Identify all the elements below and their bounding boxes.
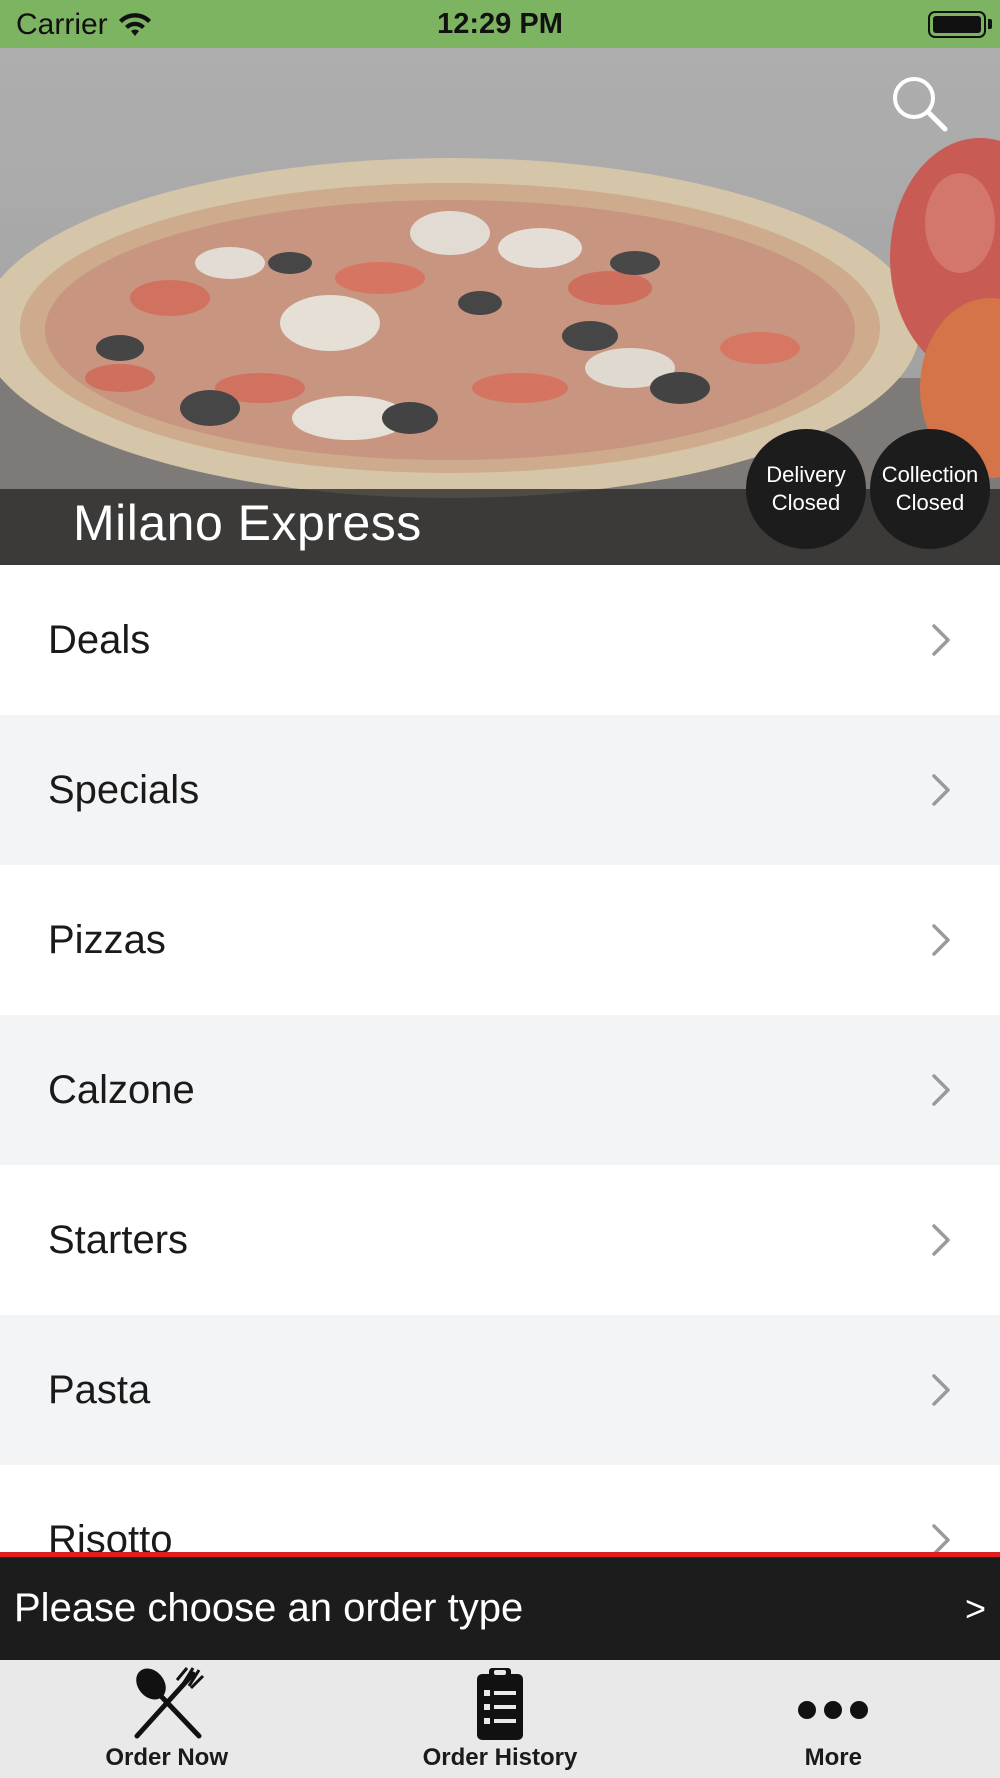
menu-item-calzone[interactable]: Calzone xyxy=(0,1015,1000,1165)
clipboard-list-icon xyxy=(460,1664,540,1742)
collection-label: Collection xyxy=(881,462,979,487)
menu-item-risotto[interactable]: Risotto xyxy=(0,1465,1000,1555)
battery-icon xyxy=(928,11,986,38)
menu-item-specials[interactable]: Specials xyxy=(0,715,1000,865)
menu-item-label: Risotto xyxy=(48,1517,173,1556)
menu-item-label: Pasta xyxy=(48,1367,151,1412)
chevron-right-icon xyxy=(932,774,950,806)
tab-label: Order Now xyxy=(105,1744,228,1771)
menu-item-label: Specials xyxy=(48,767,200,812)
chevron-right-icon xyxy=(932,624,950,656)
delivery-status-badge: Delivery Closed xyxy=(746,429,866,549)
search-button[interactable] xyxy=(888,72,952,136)
menu-item-label: Calzone xyxy=(48,1067,195,1112)
clock: 12:29 PM xyxy=(437,8,563,40)
tab-label: Order History xyxy=(422,1744,578,1771)
menu-category-list: Deals Specials Pizzas Calzone Starters P… xyxy=(0,565,1000,1555)
ellipsis-icon xyxy=(793,1664,873,1742)
chevron-right-icon xyxy=(932,1074,950,1106)
menu-item-label: Pizzas xyxy=(48,917,166,962)
choose-order-type-button[interactable]: Please choose an order type > xyxy=(0,1552,1000,1660)
bottom-tab-bar: Order Now Order History More xyxy=(0,1660,1000,1778)
menu-item-pizzas[interactable]: Pizzas xyxy=(0,865,1000,1015)
tab-more[interactable]: More xyxy=(667,1660,1000,1778)
tab-order-now[interactable]: Order Now xyxy=(0,1660,333,1778)
delivery-label: Delivery xyxy=(766,462,846,487)
search-icon xyxy=(893,77,948,132)
battery-tip xyxy=(988,19,992,29)
hero-banner: Milano Express Delivery Closed Collectio… xyxy=(0,48,1000,565)
restaurant-name: Milano Express xyxy=(73,495,422,551)
chevron-right-icon xyxy=(932,1224,950,1256)
tab-order-history[interactable]: Order History xyxy=(333,1660,666,1778)
chevron-right-icon xyxy=(932,924,950,956)
menu-item-label: Deals xyxy=(48,617,151,662)
order-type-prompt: Please choose an order type xyxy=(14,1586,524,1630)
collection-state: Closed xyxy=(895,490,965,515)
menu-item-starters[interactable]: Starters xyxy=(0,1165,1000,1315)
fork-knife-icon xyxy=(127,1664,207,1742)
chevron-right-icon xyxy=(932,1374,950,1406)
collection-status-badge: Collection Closed xyxy=(870,429,990,549)
menu-item-deals[interactable]: Deals xyxy=(0,565,1000,715)
menu-item-pasta[interactable]: Pasta xyxy=(0,1315,1000,1465)
tab-label: More xyxy=(804,1744,862,1771)
delivery-state: Closed xyxy=(771,490,841,515)
order-type-arrow: > xyxy=(964,1587,986,1629)
chevron-right-icon xyxy=(932,1524,950,1555)
status-bar: Carrier 12:29 PM xyxy=(0,0,1000,48)
menu-item-label: Starters xyxy=(48,1217,189,1262)
